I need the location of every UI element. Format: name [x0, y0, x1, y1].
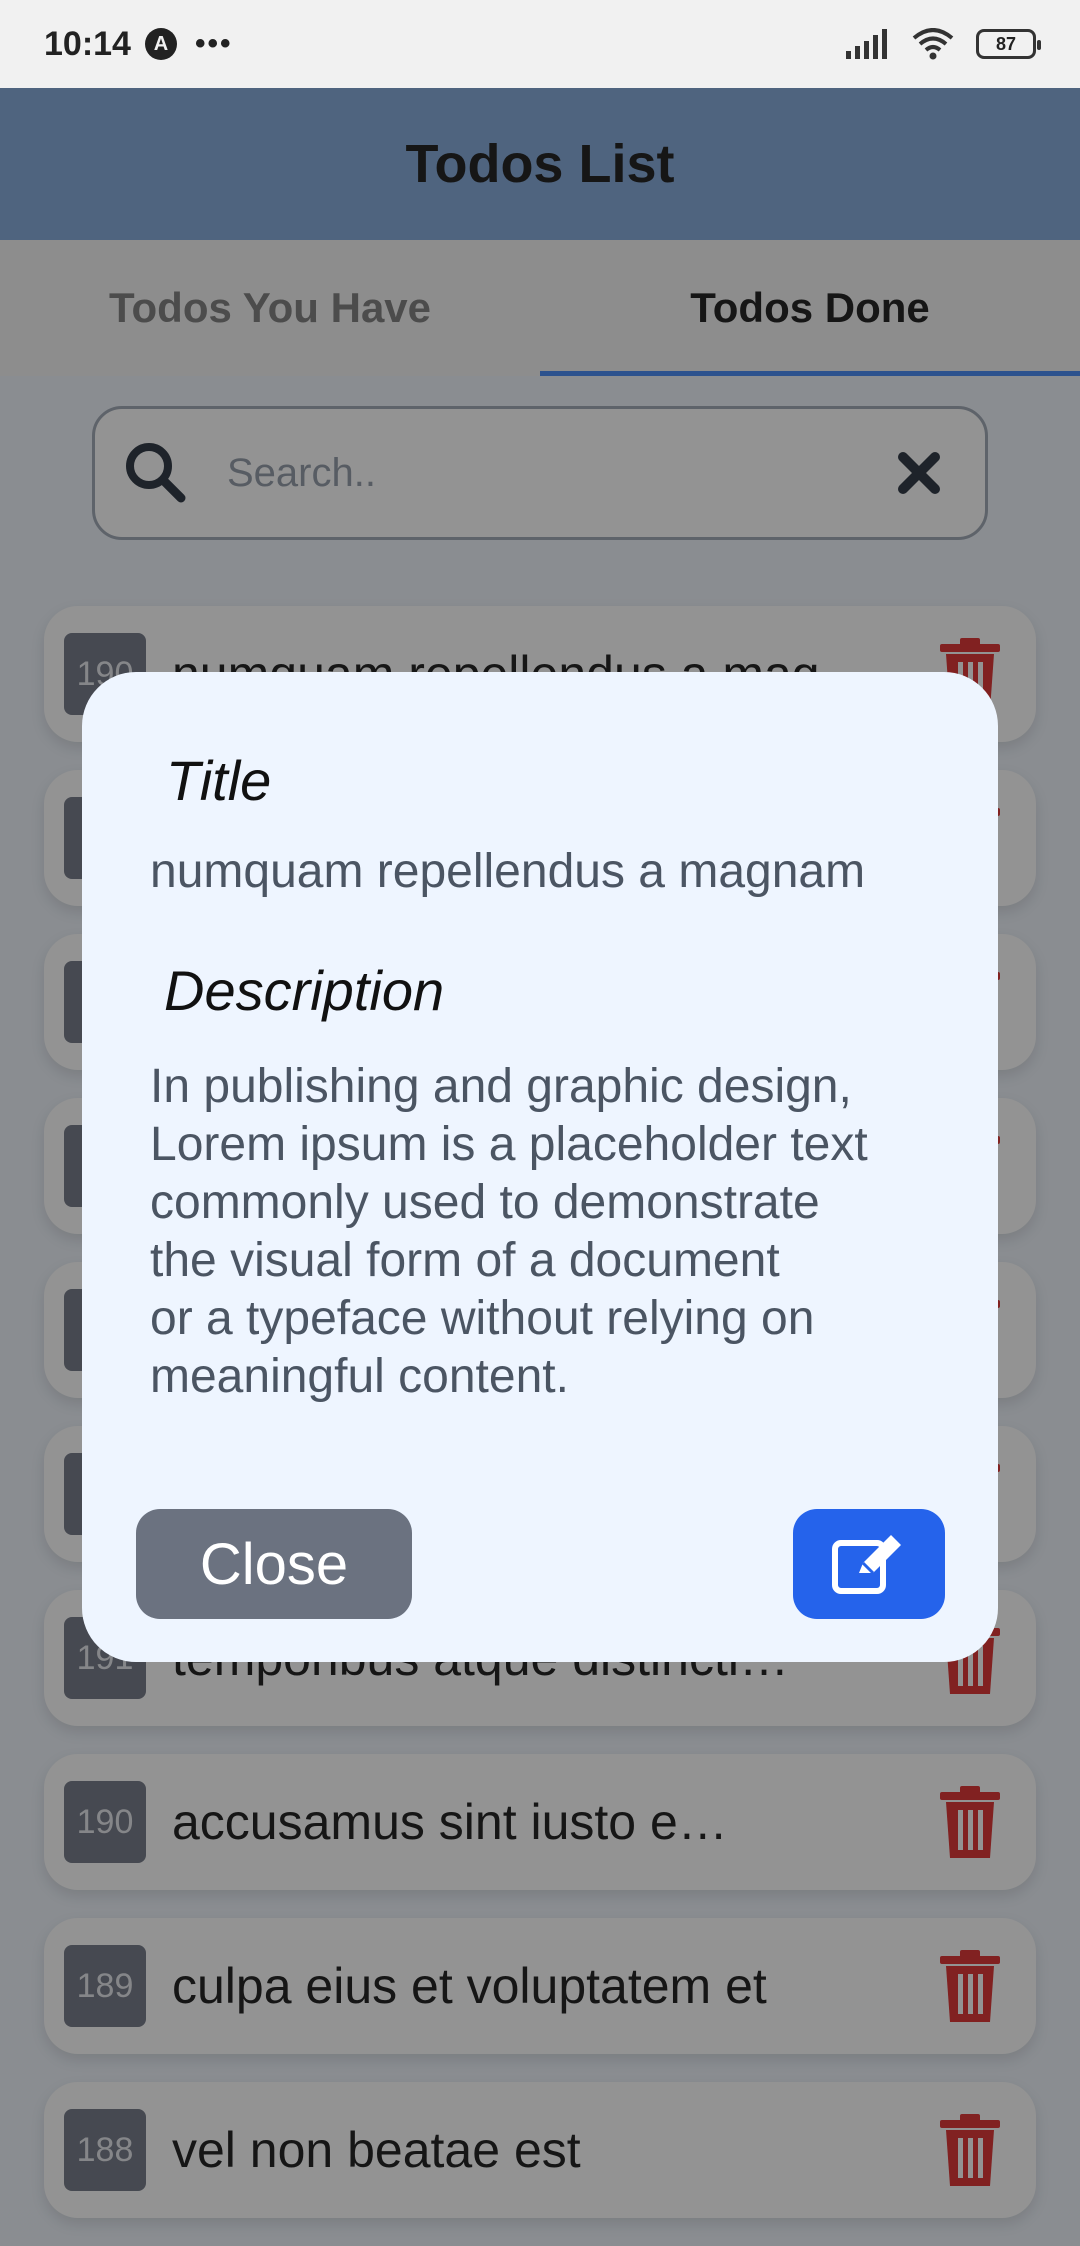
description-line: or a typeface without relying on — [150, 1292, 815, 1345]
description-label: Description — [164, 959, 445, 1022]
app-notification-icon: A — [144, 28, 177, 60]
description-line: Lorem ipsum is a placeholder text — [150, 1118, 868, 1171]
description-line: commonly used to demonstrate — [150, 1176, 820, 1229]
description-line: In publishing and graphic design, — [150, 1060, 852, 1113]
battery-icon: 87 — [976, 29, 1041, 59]
title-label: Title — [166, 749, 272, 812]
wifi-icon — [912, 28, 954, 60]
description-value: In publishing and graphic design, Lorem … — [150, 1058, 950, 1406]
title-value: numquam repellendus a magnam — [150, 845, 866, 898]
status-bar: 10:14 A ••• 87 — [0, 0, 1080, 88]
status-time: 10:14 — [44, 24, 131, 63]
close-button[interactable]: Close — [136, 1509, 412, 1619]
signal-icon — [846, 29, 887, 59]
edit-button[interactable] — [793, 1509, 945, 1619]
description-line: the visual form of a document — [150, 1234, 780, 1287]
battery-level: 87 — [995, 33, 1017, 54]
edit-icon — [832, 1535, 901, 1594]
todo-detail-modal: Title numquam repellendus a magnam Descr… — [82, 672, 998, 1662]
description-line: meaningful content. — [150, 1350, 569, 1403]
more-notifications-icon: ••• — [194, 27, 233, 60]
status-right: 87 — [846, 28, 1041, 60]
status-left: 10:14 A ••• — [44, 25, 232, 64]
